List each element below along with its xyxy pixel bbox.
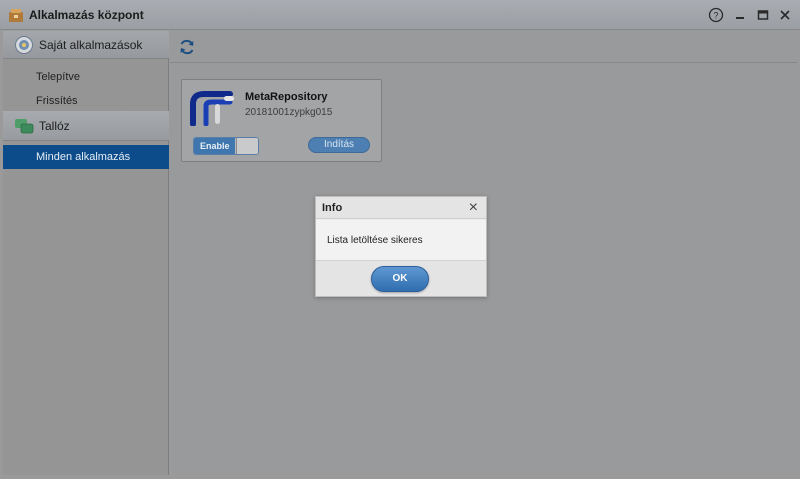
app-name: MetaRepository xyxy=(245,91,328,103)
sidebar-section-browse[interactable]: Tallóz xyxy=(3,111,169,141)
browse-icon xyxy=(15,119,34,134)
sidebar-section-label: Saját alkalmazások xyxy=(39,38,143,52)
toggle-knob xyxy=(236,138,258,154)
toolbar xyxy=(170,31,797,63)
help-icon[interactable]: ? xyxy=(708,7,724,23)
enable-toggle[interactable]: Enable xyxy=(193,137,259,155)
minimize-icon[interactable] xyxy=(732,7,748,23)
app-card[interactable]: MetaRepository 20181001zypkg015 Enable I… xyxy=(181,79,382,162)
sidebar-item-updates[interactable]: Frissítés xyxy=(3,90,169,112)
own-apps-icon xyxy=(15,36,33,54)
sidebar-item-label: Telepítve xyxy=(36,71,81,83)
launch-button[interactable]: Indítás xyxy=(308,137,370,153)
sidebar-item-label: Minden alkalmazás xyxy=(36,151,131,163)
dialog-message: Lista letöltése sikeres xyxy=(327,235,423,246)
svg-text:?: ? xyxy=(713,11,718,21)
sidebar-section-label: Tallóz xyxy=(39,119,70,133)
refresh-icon[interactable] xyxy=(178,38,196,56)
dialog-title: Info xyxy=(322,202,343,214)
ok-button[interactable]: OK xyxy=(371,266,429,292)
window-titlebar: Alkalmazás központ ? xyxy=(0,0,800,30)
app-version: 20181001zypkg015 xyxy=(245,107,333,118)
info-dialog: Info × Lista letöltése sikeres OK xyxy=(315,196,487,297)
window-title: Alkalmazás központ xyxy=(29,8,144,22)
sidebar-item-installed[interactable]: Telepítve xyxy=(3,66,169,88)
dialog-header: Info × xyxy=(316,197,486,219)
sidebar: Saját alkalmazások Telepítve Frissítés T… xyxy=(3,31,169,475)
metarepository-logo-icon xyxy=(190,91,234,126)
app-center-icon xyxy=(9,9,23,22)
sidebar-item-all-apps[interactable]: Minden alkalmazás xyxy=(3,145,169,169)
maximize-icon[interactable] xyxy=(755,7,771,23)
close-icon[interactable] xyxy=(777,7,793,23)
sidebar-item-label: Frissítés xyxy=(36,95,78,107)
dialog-close-icon[interactable]: × xyxy=(469,199,478,217)
dialog-footer: OK xyxy=(316,260,486,296)
enable-toggle-label: Enable xyxy=(194,138,235,154)
sidebar-section-own-apps[interactable]: Saját alkalmazások xyxy=(3,31,169,59)
